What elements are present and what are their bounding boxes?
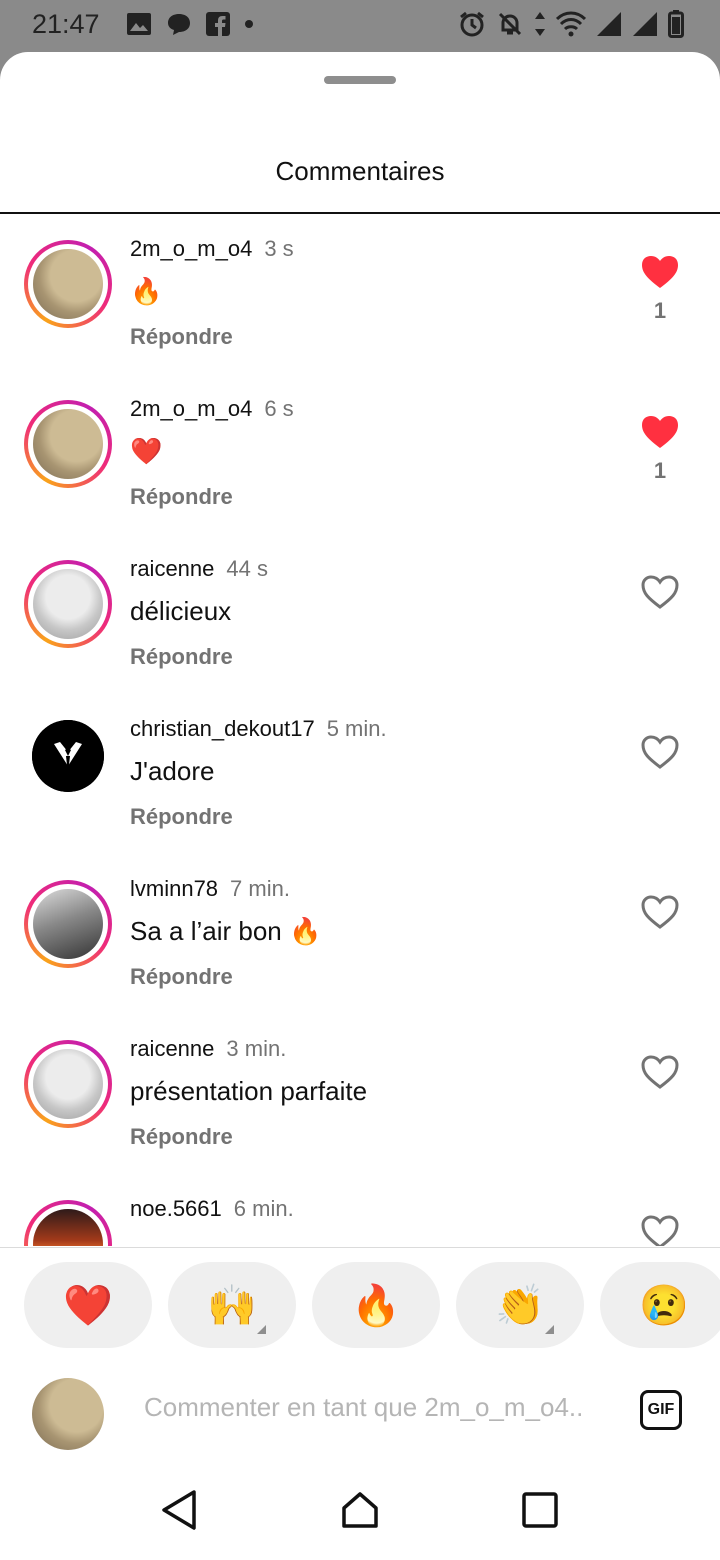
- comment-composer: GIF: [0, 1360, 720, 1464]
- comment-username[interactable]: raicenne: [130, 556, 214, 581]
- square-icon: [522, 1492, 558, 1528]
- comment-item: christian_dekout17 5 min. J'adore Répondr…: [0, 694, 720, 854]
- reply-button[interactable]: Répondre: [130, 644, 233, 670]
- comment-time: 6 s: [264, 396, 294, 421]
- variants-indicator: [257, 1325, 266, 1334]
- reaction-heart-button[interactable]: ❤️: [24, 1262, 152, 1348]
- comment-time: 6 min.: [233, 1196, 294, 1221]
- comment-item: raicenne 44 s délicieux Répondre: [0, 534, 720, 694]
- reply-button[interactable]: Répondre: [130, 804, 233, 830]
- data-arrows-icon: [535, 12, 545, 36]
- comment-text: délicieux: [130, 596, 232, 626]
- battery-icon: [668, 10, 684, 38]
- chat-bubble-icon: [168, 14, 190, 35]
- avatar[interactable]: [32, 720, 104, 792]
- like-count: 1: [653, 298, 667, 323]
- tuxedo-avatar-icon: [32, 720, 104, 792]
- reaction-raised-hands-button[interactable]: 🙌: [168, 1262, 296, 1348]
- signal-icon: [633, 12, 657, 36]
- heart-filled-icon[interactable]: [640, 414, 680, 450]
- heart-outline-icon[interactable]: [640, 574, 680, 610]
- clapping-hands-emoji-icon: 👏: [495, 1283, 545, 1328]
- comment-item: 2m_o_m_o4 3 s 🔥 Répondre 1: [0, 214, 720, 374]
- avatar[interactable]: [24, 1040, 112, 1128]
- comment-time: 44 s: [226, 556, 268, 581]
- comment-text: présentation parfaite: [130, 1076, 368, 1106]
- recents-button[interactable]: [516, 1486, 564, 1534]
- crying-face-emoji-icon: 😢: [639, 1283, 689, 1328]
- reply-button[interactable]: Répondre: [130, 484, 233, 510]
- status-left-icons: [126, 12, 254, 36]
- back-button[interactable]: [154, 1486, 202, 1534]
- wifi-icon: [556, 11, 586, 37]
- sheet-title: Commentaires: [275, 156, 445, 186]
- current-user-avatar: [32, 1378, 104, 1450]
- reaction-cry-button[interactable]: 😢: [600, 1262, 720, 1348]
- status-time: 21:47: [32, 9, 100, 39]
- comment-time: 3 s: [264, 236, 294, 261]
- quick-reactions-bar: ❤️ 🙌 🔥 👏 😢: [0, 1247, 720, 1361]
- status-bar: 21:47: [0, 0, 720, 52]
- comment-username[interactable]: christian_dekout17: [130, 716, 315, 741]
- comment-text: Sa a l’air bon 🔥: [130, 916, 322, 946]
- heart-emoji-icon: ❤️: [63, 1283, 113, 1328]
- comment-input[interactable]: [144, 1392, 614, 1423]
- like-count: 1: [653, 458, 667, 483]
- reply-button[interactable]: Répondre: [130, 1124, 233, 1150]
- comment-text: J'adore: [130, 756, 215, 786]
- comment-time: 7 min.: [230, 876, 290, 901]
- comment-text: ❤️: [130, 436, 163, 466]
- avatar[interactable]: [24, 560, 112, 648]
- image-icon: [127, 13, 151, 35]
- avatar[interactable]: [24, 400, 112, 488]
- heart-outline-icon[interactable]: [640, 894, 680, 930]
- back-triangle-icon: [162, 1490, 196, 1530]
- facebook-icon: [206, 12, 230, 36]
- heart-outline-icon[interactable]: [640, 734, 680, 770]
- comment-username[interactable]: raicenne: [130, 1036, 214, 1061]
- sheet-drag-handle[interactable]: [324, 76, 396, 84]
- comment-time: 3 min.: [226, 1036, 287, 1061]
- comment-item: lvminn78 7 min. Sa a l’air bon 🔥 Répondre: [0, 854, 720, 1014]
- home-button[interactable]: [336, 1486, 384, 1534]
- heart-filled-icon[interactable]: [640, 254, 680, 290]
- reply-button[interactable]: Répondre: [130, 324, 233, 350]
- avatar[interactable]: [24, 240, 112, 328]
- raised-hands-emoji-icon: 🙌: [207, 1283, 257, 1328]
- comment-username[interactable]: noe.5661: [130, 1196, 222, 1221]
- comment-item: 2m_o_m_o4 6 s ❤️ Répondre 1: [0, 374, 720, 534]
- fire-emoji-icon: 🔥: [351, 1283, 401, 1328]
- alarm-icon: [460, 11, 484, 37]
- comments-sheet: Commentaires 2m_o_m_o4 3 s 🔥 Répondre 1 2…: [0, 52, 720, 1560]
- avatar[interactable]: [24, 880, 112, 968]
- avatar[interactable]: [24, 1200, 112, 1246]
- gif-button[interactable]: GIF: [640, 1390, 682, 1430]
- comment-username[interactable]: 2m_o_m_o4: [130, 236, 252, 261]
- comment-username[interactable]: 2m_o_m_o4: [130, 396, 252, 421]
- system-nav-bar: [0, 1464, 720, 1560]
- variants-indicator: [545, 1325, 554, 1334]
- status-right-icons: [458, 10, 684, 38]
- home-icon: [342, 1492, 378, 1528]
- comment-username[interactable]: lvminn78: [130, 876, 218, 901]
- heart-outline-icon[interactable]: [640, 1054, 680, 1090]
- reaction-fire-button[interactable]: 🔥: [312, 1262, 440, 1348]
- comment-item: raicenne 3 min. présentation parfaite Rép…: [0, 1014, 720, 1174]
- comments-list[interactable]: 2m_o_m_o4 3 s 🔥 Répondre 1 2m_o_m_o4 6 s ❤…: [0, 214, 720, 1246]
- heart-outline-icon[interactable]: [640, 1214, 680, 1246]
- bell-off-icon: [498, 12, 522, 36]
- comment-text: 🔥: [130, 276, 163, 306]
- reaction-clap-button[interactable]: 👏: [456, 1262, 584, 1348]
- comment-item: noe.5661 6 min.: [0, 1174, 720, 1246]
- dot-icon: [245, 20, 253, 28]
- reply-button[interactable]: Répondre: [130, 964, 233, 990]
- comment-time: 5 min.: [326, 716, 387, 741]
- signal-icon: [597, 12, 621, 36]
